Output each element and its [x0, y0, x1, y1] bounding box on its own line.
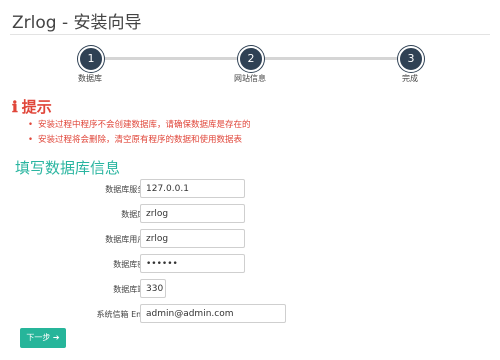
tips-list: 安装过程中程序不会创建数据库，请确保数据库是存在的 安装过程将会删除，清空原有程…: [28, 118, 251, 148]
tip-item: 安装过程中程序不会创建数据库，请确保数据库是存在的: [28, 118, 251, 133]
page-title: Zrlog - 安装向导: [12, 13, 142, 33]
form-title: 填写数据库信息: [15, 159, 121, 177]
info-icon: ℹ: [12, 98, 18, 116]
db-user-input[interactable]: zrlog: [140, 229, 245, 248]
step-1-circle: 1: [78, 46, 104, 72]
step-3-circle: 3: [398, 46, 424, 72]
tip-item: 安装过程将会删除，清空原有程序的数据和使用数据表: [28, 133, 251, 148]
db-name-input[interactable]: zrlog: [140, 204, 245, 223]
title-divider: [10, 34, 490, 35]
tips-heading: ℹ 提示: [12, 96, 52, 117]
email-input[interactable]: admin@admin.com: [140, 304, 286, 323]
tips-title: 提示: [21, 98, 52, 116]
db-password-input[interactable]: ••••••: [140, 254, 245, 273]
step-2-circle: 2: [238, 46, 264, 72]
step-2-label: 网站信息: [234, 74, 266, 83]
step-1-label: 数据库: [78, 74, 102, 83]
step-3-label: 完成: [402, 74, 418, 83]
db-host-input[interactable]: 127.0.0.1: [140, 179, 245, 198]
next-step-button[interactable]: 下一步 ➔: [20, 328, 66, 348]
db-port-input[interactable]: 330: [140, 279, 166, 298]
